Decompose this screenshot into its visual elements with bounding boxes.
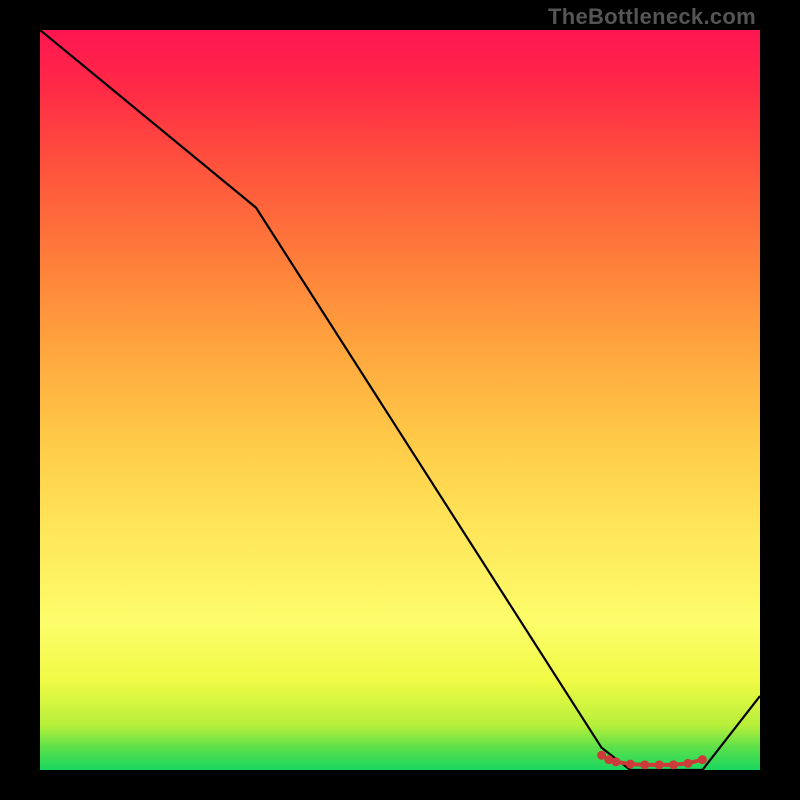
optimal-range-markers xyxy=(597,751,707,770)
marker-dot xyxy=(655,760,664,769)
bottleneck-curve xyxy=(40,30,760,770)
watermark-text: TheBottleneck.com xyxy=(548,4,756,30)
marker-dot xyxy=(698,755,707,764)
marker-dot xyxy=(640,760,649,769)
chart-plot-area xyxy=(40,30,760,770)
marker-dot xyxy=(612,757,621,766)
marker-dot xyxy=(626,760,635,769)
marker-dot xyxy=(669,760,678,769)
chart-frame: TheBottleneck.com xyxy=(0,0,800,800)
chart-svg xyxy=(40,30,760,770)
marker-dot xyxy=(684,759,693,768)
